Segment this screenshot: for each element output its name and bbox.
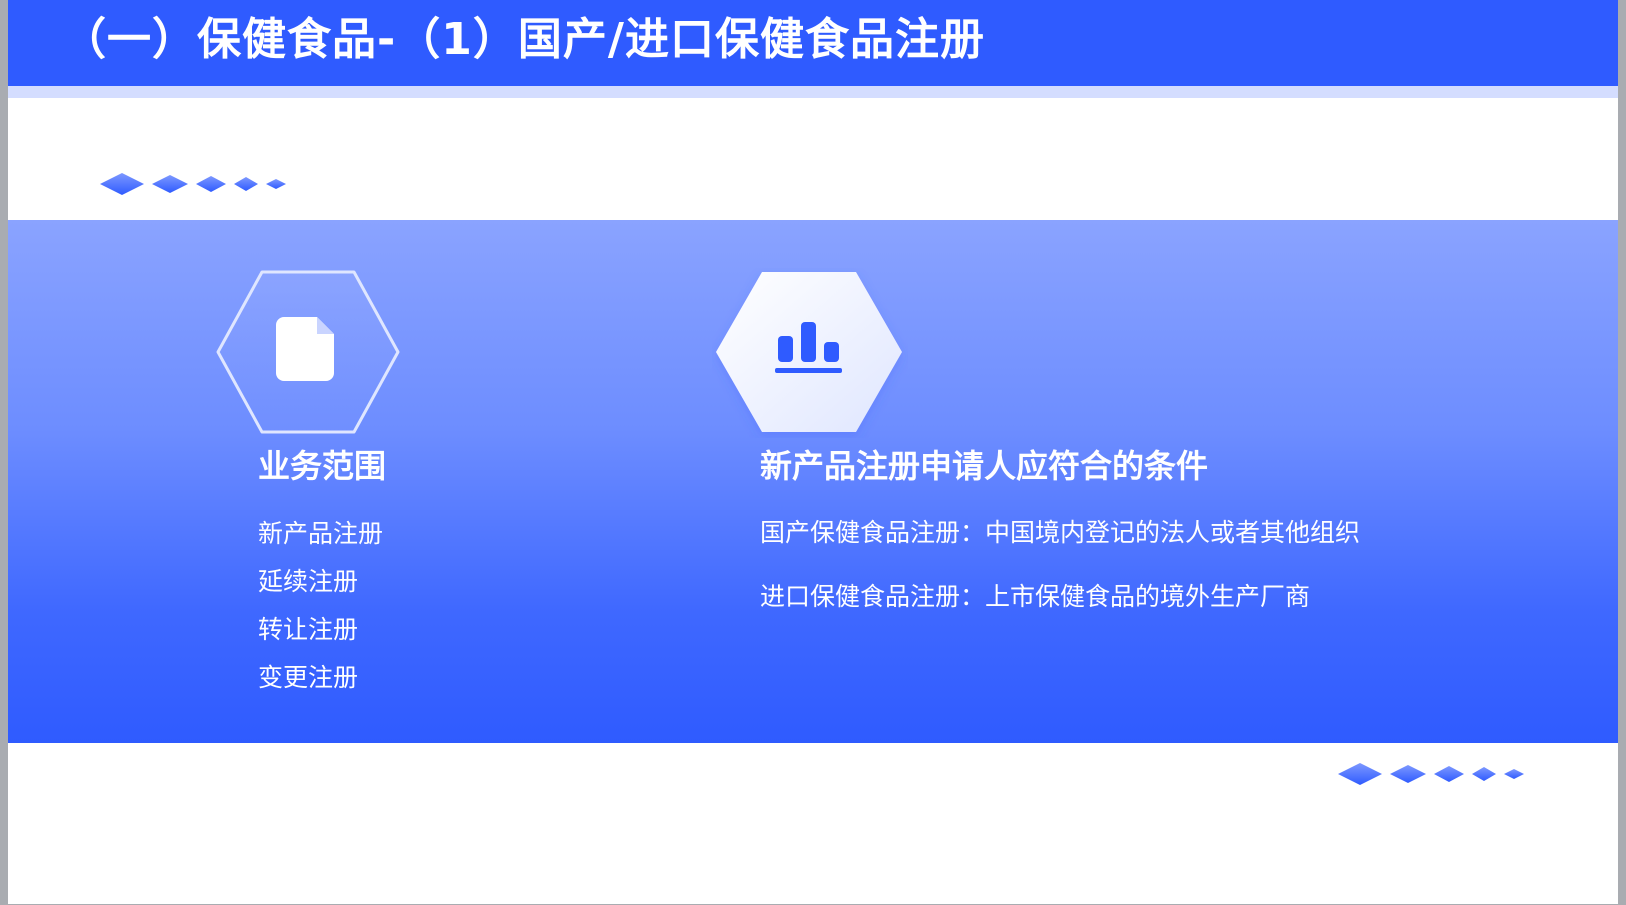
scope-list: 新产品注册 延续注册 转让注册 变更注册 xyxy=(258,510,383,702)
diamond-shape xyxy=(1338,763,1382,785)
conditions-hexagon xyxy=(712,268,908,438)
diamond-shape xyxy=(1390,765,1426,783)
scope-title: 业务范围 xyxy=(258,447,387,485)
window-edge-left xyxy=(0,0,8,905)
title-bar: （一）保健食品-（1）国产/进口保健食品注册 xyxy=(8,0,1618,86)
content-panel: 业务范围 新产品注册 延续注册 转让注册 变更注册 新产品注册申请人应符合的条件… xyxy=(8,220,1618,743)
decorative-diamonds-bottom xyxy=(1338,761,1528,791)
diamond-shape xyxy=(1472,767,1496,781)
diamond-shape xyxy=(234,177,258,191)
title-underline-strip xyxy=(8,86,1618,98)
condition-domestic: 国产保健食品注册：中国境内登记的法人或者其他组织 xyxy=(760,518,1361,547)
scope-item-change: 变更注册 xyxy=(258,663,359,692)
scope-item-new: 新产品注册 xyxy=(258,519,384,548)
slide-page: （一）保健食品-（1）国产/进口保健食品注册 业务范围 新产品注册 延续注册 转… xyxy=(0,0,1626,905)
decorative-diamonds-top xyxy=(100,171,290,201)
window-edge-right xyxy=(1618,0,1626,905)
diamond-shape xyxy=(1504,769,1524,779)
diamond-shape xyxy=(1434,766,1464,782)
scope-hexagon xyxy=(216,270,400,434)
document-icon xyxy=(276,317,334,381)
diamond-shape xyxy=(196,176,226,192)
scope-item-renewal: 延续注册 xyxy=(258,567,359,596)
scope-item-transfer: 转让注册 xyxy=(258,615,359,644)
diamond-shape xyxy=(266,179,286,189)
condition-imported: 进口保健食品注册：上市保健食品的境外生产厂商 xyxy=(760,582,1311,611)
diamond-shape xyxy=(100,173,144,195)
page-title: （一）保健食品-（1）国产/进口保健食品注册 xyxy=(62,14,985,65)
diamond-shape xyxy=(152,175,188,193)
conditions-title: 新产品注册申请人应符合的条件 xyxy=(760,447,1209,485)
